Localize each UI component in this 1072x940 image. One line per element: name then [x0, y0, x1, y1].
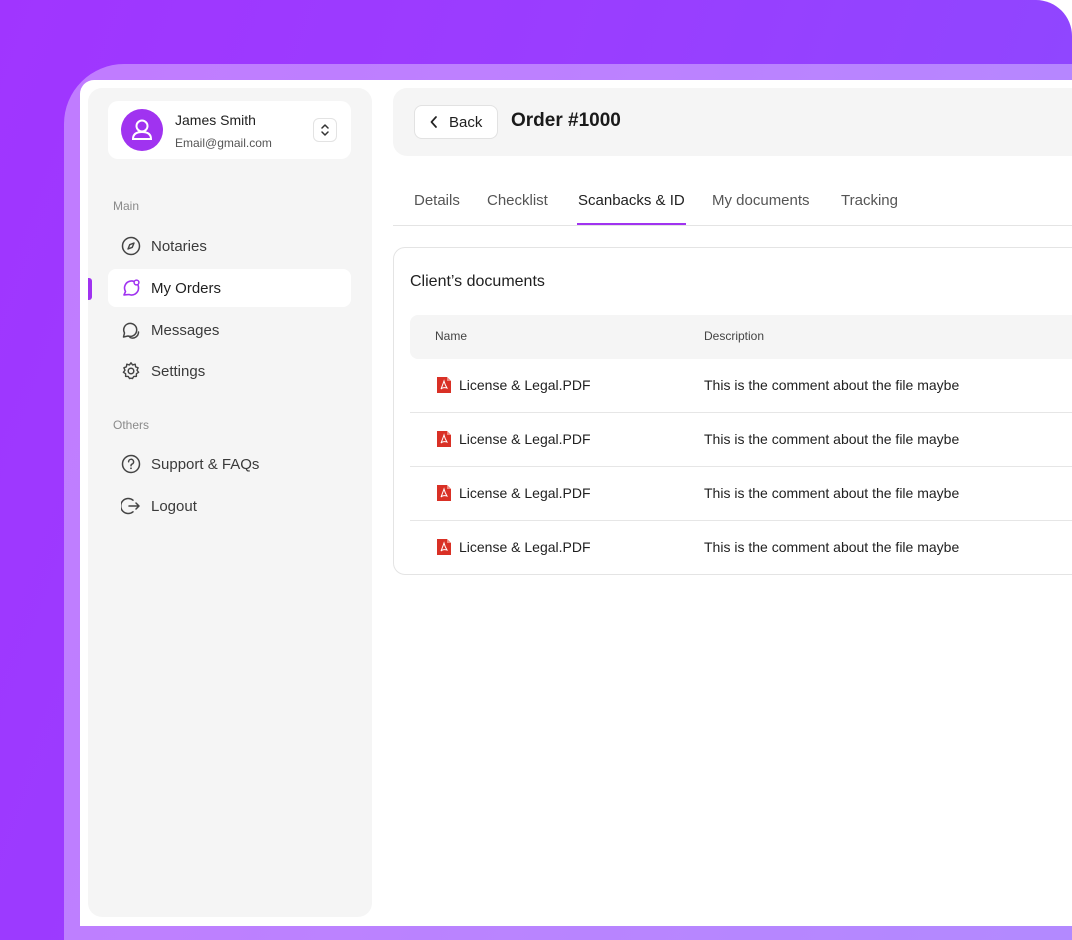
user-name: James Smith	[175, 112, 256, 128]
back-button[interactable]: Back	[414, 105, 498, 139]
sidebar-item-logout[interactable]: Logout	[108, 487, 351, 525]
table-header: Name Description	[410, 315, 1072, 359]
logout-icon	[120, 495, 142, 517]
file-name: License & Legal.PDF	[459, 539, 591, 555]
sidebar: James Smith Email@gmail.com Main Notarie…	[88, 88, 372, 917]
file-name-cell[interactable]: License & Legal.PDF	[436, 538, 591, 556]
sidebar-item-label: Support & FAQs	[151, 455, 260, 473]
user-avatar-icon	[131, 119, 153, 140]
app-window: James Smith Email@gmail.com Main Notarie…	[80, 80, 1072, 926]
section-label-main: Main	[113, 199, 140, 213]
column-header-description: Description	[704, 329, 765, 343]
sidebar-item-support[interactable]: Support & FAQs	[108, 445, 351, 483]
order-header: Back Order #1000	[393, 88, 1072, 156]
active-tab-underline	[577, 223, 686, 225]
table-row[interactable]: License & Legal.PDF This is the comment …	[410, 413, 1072, 467]
pdf-file-icon	[436, 538, 452, 556]
user-profile-card[interactable]: James Smith Email@gmail.com	[108, 101, 351, 159]
file-name: License & Legal.PDF	[459, 431, 591, 447]
account-switch-button[interactable]	[313, 118, 337, 142]
tab-scanbacks-id[interactable]: Scanbacks & ID	[578, 192, 685, 226]
user-email: Email@gmail.com	[175, 136, 272, 150]
file-description: This is the comment about the file maybe	[704, 431, 960, 447]
section-label-others: Others	[113, 418, 150, 432]
sidebar-item-notaries[interactable]: Notaries	[108, 227, 351, 265]
order-tabs: Details Checklist Scanbacks & ID My docu…	[393, 180, 1072, 226]
gear-icon	[120, 360, 142, 382]
file-description: This is the comment about the file maybe	[704, 485, 960, 501]
tab-details[interactable]: Details	[414, 192, 460, 226]
file-name: License & Legal.PDF	[459, 377, 591, 393]
table-row[interactable]: License & Legal.PDF This is the comment …	[410, 521, 1072, 575]
file-name-cell[interactable]: License & Legal.PDF	[436, 430, 591, 448]
table-row[interactable]: License & Legal.PDF This is the comment …	[410, 359, 1072, 413]
file-description: This is the comment about the file maybe	[704, 539, 960, 555]
active-nav-indicator	[88, 278, 92, 300]
file-name-cell[interactable]: License & Legal.PDF	[436, 484, 591, 502]
avatar	[121, 109, 163, 151]
sidebar-item-label: Notaries	[151, 237, 207, 255]
chevron-left-icon	[429, 115, 439, 129]
messages-icon	[120, 319, 142, 341]
file-name: License & Legal.PDF	[459, 485, 591, 501]
pdf-file-icon	[436, 484, 452, 502]
sidebar-item-messages[interactable]: Messages	[108, 311, 351, 349]
tab-checklist[interactable]: Checklist	[487, 192, 548, 226]
orders-icon	[120, 277, 142, 299]
sidebar-item-my-orders[interactable]: My Orders	[108, 269, 351, 307]
file-description: This is the comment about the file maybe	[704, 377, 960, 393]
sidebar-item-label: My Orders	[151, 279, 222, 297]
card-title: Client’s documents	[410, 273, 545, 290]
tab-tracking[interactable]: Tracking	[841, 192, 898, 226]
help-icon	[120, 453, 142, 475]
table-row[interactable]: License & Legal.PDF This is the comment …	[410, 467, 1072, 521]
sidebar-item-settings[interactable]: Settings	[108, 352, 351, 390]
back-button-label: Back	[449, 113, 483, 131]
client-documents-card: Client’s documents Name Description Lice…	[393, 247, 1072, 575]
tab-my-documents[interactable]: My documents	[712, 192, 810, 226]
chevron-up-down-icon	[321, 124, 329, 136]
compass-icon	[120, 235, 142, 257]
sidebar-item-label: Messages	[151, 321, 220, 339]
sidebar-item-label: Logout	[151, 497, 197, 515]
page-title: Order #1000	[511, 110, 621, 131]
file-name-cell[interactable]: License & Legal.PDF	[436, 376, 591, 394]
column-header-name: Name	[435, 329, 468, 343]
pdf-file-icon	[436, 376, 452, 394]
sidebar-item-label: Settings	[151, 362, 206, 380]
pdf-file-icon	[436, 430, 452, 448]
